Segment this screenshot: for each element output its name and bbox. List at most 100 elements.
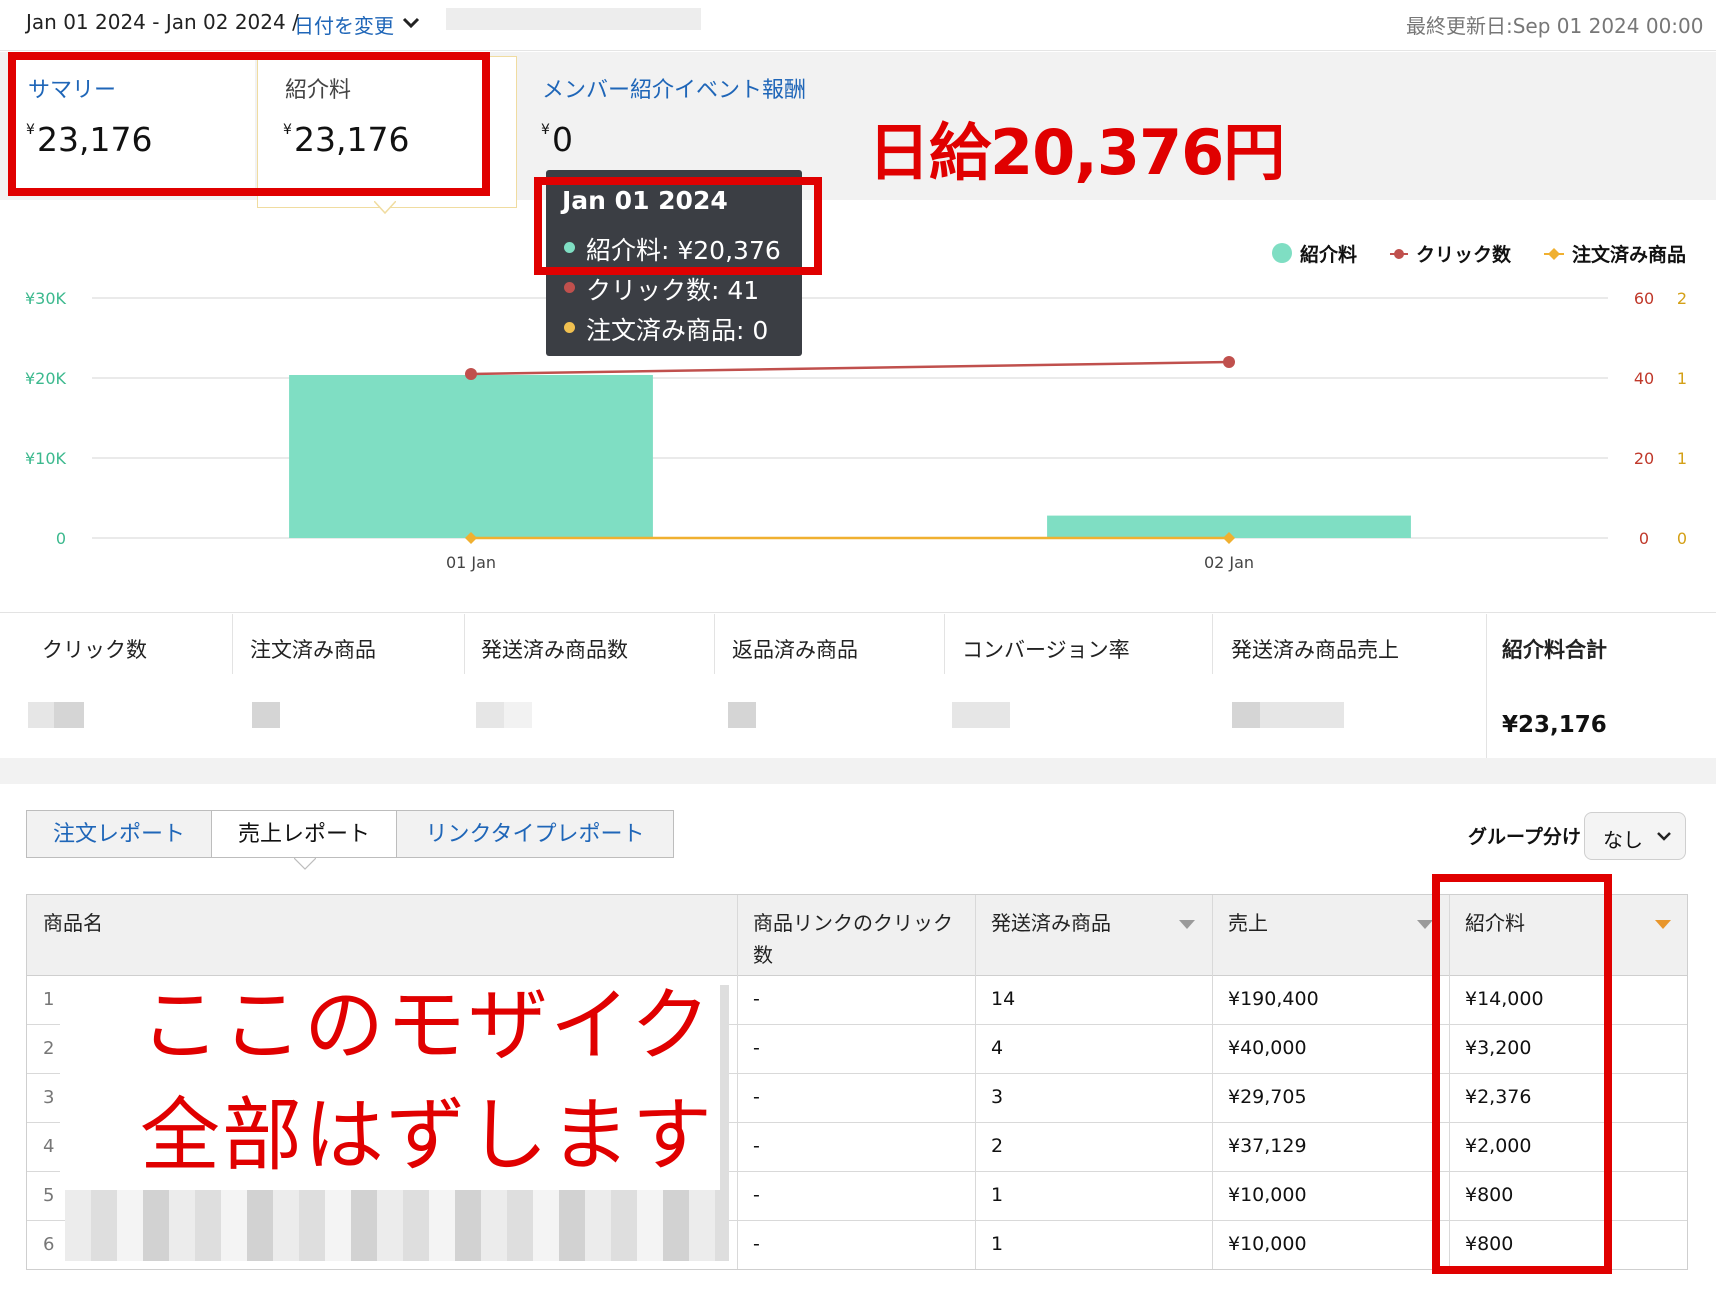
sort-arrow-icon[interactable]	[1179, 915, 1195, 934]
redacted-shipped-sales	[1232, 702, 1260, 728]
right-axis-2-tick: 1	[1677, 449, 1687, 468]
metric-separator	[1486, 614, 1487, 758]
metric-separator	[1212, 614, 1213, 674]
redacted-clicks	[54, 702, 84, 728]
row-number: 5	[43, 1185, 55, 1206]
annotation-mosaic-line2: 全部はずします	[140, 1089, 714, 1182]
row-shipped: 3	[991, 1086, 1004, 1108]
row-shipped: 1	[991, 1184, 1004, 1206]
row-shipped: 14	[991, 988, 1016, 1010]
tab-order-report[interactable]: 注文レポート	[26, 810, 212, 858]
chevron-down-icon	[1655, 827, 1673, 849]
right-axis-tick: 20	[1634, 449, 1654, 468]
metrics-row: クリック数 注文済み商品 発送済み商品数 返品済み商品 コンバージョン率 発送済…	[0, 614, 1716, 758]
line-clicks	[470, 360, 1230, 376]
group-by-value: なし	[1603, 828, 1643, 852]
col-header-link-clicks[interactable]: 商品リンクのクリック数	[753, 907, 959, 971]
metric-separator	[464, 614, 465, 674]
metric-conversion-label: コンバージョン率	[962, 638, 1130, 662]
col-header-sales[interactable]: 売上	[1228, 907, 1268, 936]
right-axis-tick: 60	[1634, 289, 1654, 308]
row-sales: ¥10,000	[1228, 1233, 1307, 1255]
row-sales: ¥40,000	[1228, 1037, 1307, 1059]
redacted-conversion	[952, 702, 1010, 728]
left-axis-tick: ¥10K	[25, 449, 67, 468]
sort-arrow-icon[interactable]	[1417, 915, 1433, 934]
date-range: Jan 01 2024 - Jan 02 2024 /	[26, 10, 299, 34]
legend-clicks-marker	[1390, 246, 1408, 260]
member-event-value: 0	[552, 120, 573, 159]
legend-fee-label: 紹介料	[1300, 244, 1358, 266]
section-gap	[0, 758, 1716, 784]
change-date-link[interactable]: 日付を変更	[294, 10, 394, 39]
redacted-shipped	[476, 702, 504, 728]
col-header-product[interactable]: 商品名	[43, 907, 103, 936]
tab-link-type-report[interactable]: リンクタイプレポート	[396, 810, 674, 858]
metric-separator	[232, 614, 233, 674]
group-by-select[interactable]: なし	[1584, 812, 1686, 860]
active-tab-pointer	[293, 857, 317, 876]
legend-orders-label: 注文済み商品	[1572, 244, 1687, 266]
row-clicks: -	[753, 988, 760, 1010]
tooltip-orders: 注文済み商品: 0	[586, 316, 769, 345]
row-shipped: 2	[991, 1135, 1004, 1157]
annotation-mosaic-line1: ここのモザイク	[140, 979, 713, 1072]
tooltip-orders-dot	[564, 322, 575, 333]
x-axis-tick: 02 Jan	[1204, 553, 1254, 572]
left-axis-tick: 0	[56, 529, 66, 548]
annotation-mosaic: ここのモザイク 全部はずします	[60, 979, 720, 1190]
row-sales: ¥10,000	[1228, 1184, 1307, 1206]
row-sales: ¥190,400	[1228, 988, 1319, 1010]
redacted-returned	[728, 702, 756, 728]
right-axis-2-tick: 0	[1677, 529, 1687, 548]
row-shipped: 4	[991, 1037, 1004, 1059]
redacted-ordered	[252, 702, 280, 728]
metric-total-value: ¥23,176	[1502, 712, 1607, 738]
chevron-down-icon[interactable]	[400, 12, 422, 38]
group-by-label: グループ分け	[1468, 826, 1581, 848]
metric-clicks-label: クリック数	[42, 638, 147, 662]
row-clicks: -	[753, 1233, 760, 1255]
metric-total-label: 紹介料合計	[1502, 638, 1607, 662]
row-clicks: -	[753, 1184, 760, 1206]
metric-shipped-sales-label: 発送済み商品売上	[1231, 638, 1399, 662]
row-number: 4	[43, 1136, 55, 1157]
col-header-shipped[interactable]: 発送済み商品	[991, 907, 1111, 936]
member-event-yen: ¥	[541, 122, 550, 138]
annotation-box-fee-column	[1432, 874, 1612, 1274]
right-axis-2-tick: 1	[1677, 369, 1687, 388]
annotation-daily-pay: 日給20,376円	[868, 116, 1285, 189]
redacted-shipped	[504, 702, 532, 728]
member-event-label[interactable]: メンバー紹介イベント報酬	[542, 72, 806, 104]
row-number: 2	[43, 1038, 55, 1059]
annotation-box-tooltip	[534, 177, 822, 275]
row-clicks: -	[753, 1086, 760, 1108]
annotation-box-summary	[8, 52, 490, 196]
metric-separator	[714, 614, 715, 674]
tooltip-clicks-dot	[564, 282, 575, 293]
row-shipped: 1	[991, 1233, 1004, 1255]
legend-orders-marker	[1544, 246, 1564, 260]
row-clicks: -	[753, 1135, 760, 1157]
row-sales: ¥37,129	[1228, 1135, 1307, 1157]
row-clicks: -	[753, 1037, 760, 1059]
point-clicks	[465, 368, 477, 380]
row-sales: ¥29,705	[1228, 1086, 1307, 1108]
sort-arrow-active-icon[interactable]	[1655, 915, 1671, 934]
legend-clicks-label: クリック数	[1416, 244, 1512, 266]
redacted-clicks	[28, 702, 54, 728]
right-axis-tick: 0	[1639, 529, 1649, 548]
row-number: 1	[43, 989, 55, 1010]
metric-returned-label: 返品済み商品	[732, 638, 858, 662]
right-axis-tick: 40	[1634, 369, 1654, 388]
left-axis-tick: ¥30K	[25, 289, 67, 308]
legend-fee-marker	[1272, 243, 1292, 263]
tooltip-clicks: クリック数: 41	[586, 276, 760, 305]
point-clicks	[1223, 356, 1235, 368]
tab-sales-report[interactable]: 売上レポート	[211, 810, 397, 858]
bar-fee	[289, 374, 653, 538]
metric-shipped-label: 発送済み商品数	[481, 638, 628, 662]
metrics-top-line	[0, 612, 1716, 613]
row-number: 6	[43, 1234, 55, 1255]
metric-ordered-label: 注文済み商品	[250, 638, 376, 662]
